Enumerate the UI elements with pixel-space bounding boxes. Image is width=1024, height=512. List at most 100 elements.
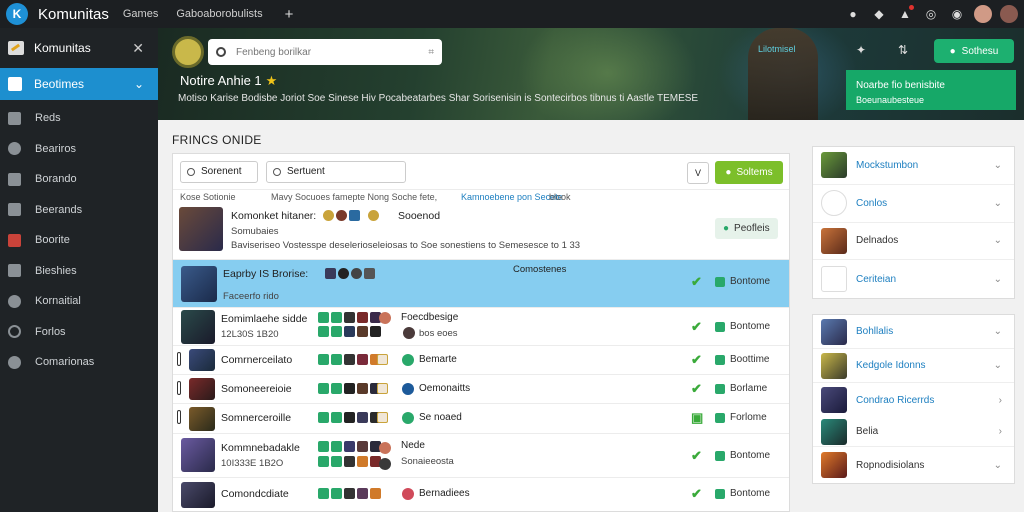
row-name: Komonket hitaner: <box>231 210 317 222</box>
sidebar-item-reds[interactable]: Reds <box>0 103 158 134</box>
table-row[interactable]: Somnerceroille Se noaed ▣ Forlome <box>173 404 789 434</box>
row-status: Bontome <box>715 321 770 332</box>
chevron-down-icon: ⌄ <box>993 459 1002 471</box>
close-icon[interactable]: ✕ <box>132 40 144 57</box>
status-label: Bontome <box>730 450 771 461</box>
right-item-label: Belia <box>856 426 879 437</box>
rune-icon <box>379 442 391 454</box>
right-item[interactable]: Ceriteian ⌄ <box>813 260 1014 298</box>
table-row[interactable]: Kommnebadakle 10I333E 1B2O Nede Sonaieeo… <box>173 434 789 478</box>
column-header: Kose Sotionie <box>180 192 236 202</box>
topnav-games[interactable]: Games <box>123 8 158 20</box>
status-label: Bontome <box>730 276 771 287</box>
table-row[interactable]: Comrnerceilato Bemarte ✔ Boottime <box>173 346 789 375</box>
sidebar-item-beerands[interactable]: Beerands <box>0 195 158 226</box>
main-panel: Sorenent Sertuent V ● Soltems Kose Sotio… <box>172 153 790 512</box>
share-icon[interactable]: ⇅ <box>898 43 912 57</box>
document-icon <box>8 203 21 217</box>
sidebar-item-comarionas[interactable]: Comarionas <box>0 347 158 378</box>
right-item[interactable]: Bohllalis ⌄ <box>813 315 1014 349</box>
hero-title-text: Notire Anhie 1 <box>180 73 262 88</box>
right-item[interactable]: Ropnodisiolans ⌄ <box>813 447 1014 483</box>
sidebar-item-label: Forlos <box>35 325 66 338</box>
globe-icon[interactable]: ◎ <box>924 7 938 21</box>
rune-icon <box>403 327 415 339</box>
list-icon <box>8 111 21 125</box>
sidebar-items: Reds Beariros Borando Beerands Boorite B… <box>0 100 158 378</box>
plus-icon[interactable]: + <box>285 6 294 23</box>
rune-icon <box>379 458 391 470</box>
table-row[interactable]: Somoneereioie Oemonaitts ✔ Borlame <box>173 375 789 404</box>
sidebar-item-beariros[interactable]: Beariros <box>0 134 158 165</box>
follow-button[interactable]: ● Peofleis <box>715 218 778 239</box>
item-icon <box>377 412 388 423</box>
table-row[interactable]: Eomimlaehe sidde 12L30S 1B20 Foecdbesige… <box>173 308 789 346</box>
bell-icon <box>8 142 21 156</box>
people-icon <box>8 355 21 369</box>
chevron-down-icon: ⌄ <box>993 273 1002 285</box>
promo-banner[interactable]: Noarbe fio benisbite Boeunaubesteue <box>846 70 1016 110</box>
shield-icon[interactable]: ◆ <box>872 7 886 21</box>
table-row-selected[interactable]: Eaprby IS Brorise: Comostenes Faceerfo r… <box>173 260 789 308</box>
item-icons <box>318 456 382 467</box>
topnav-second[interactable]: Gaboaborobulists <box>176 8 262 20</box>
join-button-label: Sothesu <box>961 45 999 57</box>
table-row[interactable]: Komonket hitaner: Sooenod Somubaies Bavi… <box>173 204 789 260</box>
row-status: Bontome <box>715 450 770 461</box>
chat-icon[interactable]: ● <box>846 7 860 21</box>
profile-avatar[interactable] <box>1000 5 1018 23</box>
status-icon <box>715 321 725 332</box>
right-item[interactable]: Delnados ⌄ <box>813 223 1014 261</box>
apply-button[interactable]: ● Soltems <box>715 161 783 184</box>
item-icons <box>318 412 382 423</box>
sidebar-item-active[interactable]: Beotimes ⌄ <box>0 68 158 100</box>
right-item-label: Ropnodisiolans <box>856 459 925 471</box>
item-thumbnail <box>821 266 847 293</box>
search-icon <box>187 167 195 176</box>
sidebar-title: Komunitas <box>34 41 91 55</box>
filter-select-2[interactable]: Sertuent <box>266 160 406 183</box>
app-brand: Komunitas <box>38 5 109 23</box>
check-icon: ✔ <box>691 352 702 367</box>
champion-thumbnail <box>189 378 215 400</box>
right-item[interactable]: Condrao Ricerrds › <box>813 383 1014 417</box>
table-row[interactable]: Comondcdiate Bernadiees ✔ Bontome <box>173 478 789 508</box>
camera-icon[interactable]: ⌗ <box>428 47 434 58</box>
dropdown-button[interactable]: V <box>687 162 709 184</box>
settings-icon[interactable]: ◉ <box>950 7 964 21</box>
app-logo[interactable]: K <box>6 3 28 25</box>
avatar[interactable] <box>974 5 992 23</box>
right-item-label: Bohllalis <box>856 326 894 337</box>
notification-icon[interactable]: ▲ <box>898 5 914 21</box>
row-checkbox[interactable] <box>177 352 181 366</box>
item-thumbnail <box>821 318 847 345</box>
row-mid: Comostenes <box>513 264 567 275</box>
search-input[interactable] <box>236 46 429 58</box>
row-description: Baviseriseo Vostesspe deselerioseleiosas… <box>231 240 581 251</box>
filter-select-1[interactable]: Sorenent <box>180 160 258 183</box>
sidebar-item-boorite[interactable]: Boorite <box>0 225 158 256</box>
chart-icon <box>8 264 21 278</box>
join-button[interactable]: ● Sothesu <box>934 39 1014 63</box>
hero-tag[interactable]: Lilotmisel <box>758 44 796 54</box>
sidebar-item-forlos[interactable]: Forlos <box>0 317 158 348</box>
right-item[interactable]: Belia › <box>813 417 1014 447</box>
right-item-label: Conlos <box>856 197 888 209</box>
sidebar-item-kornaitial[interactable]: Kornaitial <box>0 286 158 317</box>
check-icon: ▣ <box>691 410 704 425</box>
sidebar-item-bieshies[interactable]: Bieshies <box>0 256 158 287</box>
search-bar[interactable]: ⌗ <box>208 39 442 65</box>
row-checkbox[interactable] <box>177 381 181 395</box>
rune-icon <box>402 412 414 424</box>
right-item[interactable]: Conlos ⌄ <box>813 185 1014 223</box>
item-thumbnail <box>821 227 847 254</box>
right-item[interactable]: Kedgole Idonns ⌄ <box>813 349 1014 383</box>
rune-icon <box>402 488 414 500</box>
sidebar-item-borando[interactable]: Borando <box>0 164 158 195</box>
pin-icon[interactable]: ✦ <box>856 43 870 57</box>
status-label: Bontome <box>730 321 771 332</box>
status-label: Boottime <box>730 354 770 365</box>
row-checkbox[interactable] <box>177 410 181 424</box>
right-item[interactable]: Mockstumbon ⌄ <box>813 147 1014 185</box>
column-header: Mavy Socuoes famepte Nong Soche fete, <box>271 192 438 202</box>
